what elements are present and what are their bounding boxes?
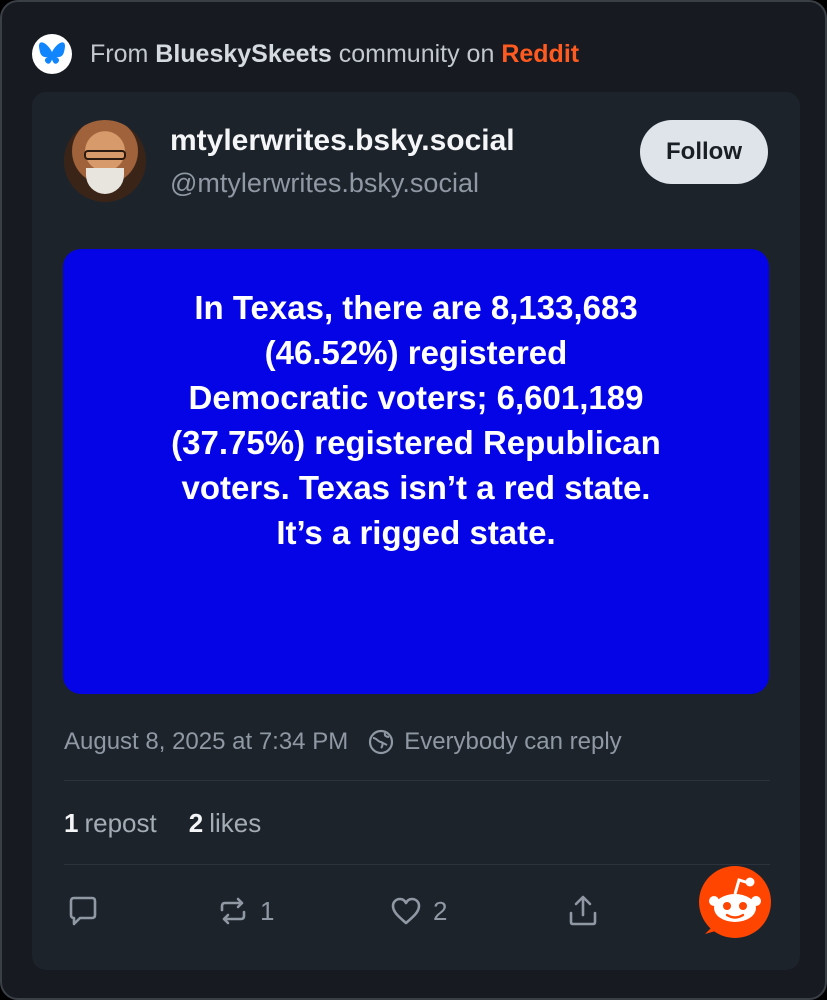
platform-link[interactable]: Reddit bbox=[501, 40, 579, 68]
post-meta: August 8, 2025 at 7:34 PM Everybody can … bbox=[64, 728, 622, 756]
reply-button[interactable] bbox=[64, 892, 102, 930]
source-bar: From BlueskySkeets community on Reddit bbox=[32, 32, 579, 76]
reply-setting-label: Everybody can reply bbox=[404, 728, 622, 755]
divider bbox=[64, 780, 770, 781]
source-prefix: From bbox=[90, 39, 149, 68]
post-frame: From BlueskySkeets community on Reddit m… bbox=[0, 0, 827, 1000]
author-display-name[interactable]: mtylerwrites.bsky.social bbox=[170, 124, 515, 158]
source-middle: community on bbox=[338, 39, 495, 68]
bluesky-logo-icon bbox=[32, 34, 72, 74]
repost-stat-label: repost bbox=[84, 808, 157, 838]
post-image[interactable]: In Texas, there are 8,133,683 (46.52%) r… bbox=[63, 249, 769, 694]
post-image-text: In Texas, there are 8,133,683 (46.52%) r… bbox=[171, 289, 661, 551]
post-timestamp[interactable]: August 8, 2025 at 7:34 PM bbox=[64, 728, 348, 756]
repost-stat-count: 1 bbox=[64, 808, 79, 838]
reply-icon bbox=[69, 896, 97, 926]
post-actions: 1 2 bbox=[64, 892, 770, 932]
post-stats: 1 repost 2 likes bbox=[64, 808, 293, 839]
repost-action-count: 1 bbox=[260, 895, 275, 926]
post-card: mtylerwrites.bsky.social @mtylerwrites.b… bbox=[32, 92, 800, 970]
like-button[interactable]: 2 bbox=[387, 892, 447, 930]
share-icon bbox=[569, 895, 597, 926]
repost-icon bbox=[220, 897, 246, 925]
heart-icon bbox=[391, 897, 421, 925]
reddit-snoo-icon bbox=[699, 866, 771, 938]
repost-button[interactable]: 1 bbox=[214, 892, 274, 930]
reply-setting: Everybody can reply bbox=[368, 728, 622, 756]
author-handle[interactable]: @mtylerwrites.bsky.social bbox=[170, 168, 479, 199]
like-stat-label: likes bbox=[209, 808, 262, 838]
community-link[interactable]: BlueskySkeets bbox=[155, 40, 332, 68]
like-stat[interactable]: 2 likes bbox=[189, 808, 261, 839]
follow-button[interactable]: Follow bbox=[640, 120, 768, 184]
share-button[interactable] bbox=[564, 892, 602, 930]
repost-stat[interactable]: 1 repost bbox=[64, 808, 157, 839]
like-stat-count: 2 bbox=[188, 808, 204, 838]
avatar[interactable] bbox=[64, 120, 146, 202]
divider bbox=[64, 864, 770, 865]
globe-icon bbox=[369, 729, 394, 755]
like-action-count: 2 bbox=[433, 895, 448, 926]
source-text: From BlueskySkeets community on Reddit bbox=[90, 40, 579, 69]
